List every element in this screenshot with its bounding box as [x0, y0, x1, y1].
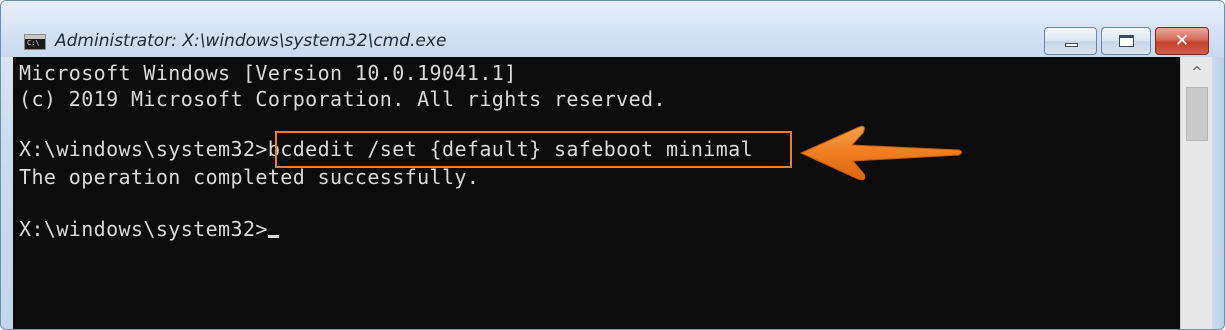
console-line-version: Microsoft Windows [Version 10.0.19041.1] [19, 61, 517, 85]
cmd-icon-text: C:\ [27, 39, 40, 47]
minimize-icon [1065, 43, 1078, 47]
text-cursor [267, 235, 279, 238]
vertical-scrollbar[interactable]: ^ [1180, 57, 1213, 329]
console-area[interactable]: Microsoft Windows [Version 10.0.19041.1]… [13, 57, 1180, 329]
maximize-icon [1119, 35, 1134, 47]
maximize-button[interactable] [1101, 27, 1151, 55]
cmd-window: C:\ Administrator: X:\windows\system32\c… [0, 0, 1225, 330]
scroll-up-icon[interactable]: ^ [1181, 63, 1213, 83]
title-bar[interactable]: C:\ Administrator: X:\windows\system32\c… [1, 1, 1224, 57]
window-frame-right [1212, 57, 1224, 329]
console-prompt: X:\windows\system32> [19, 217, 268, 241]
console-line-current-prompt[interactable]: X:\windows\system32> [19, 216, 279, 242]
command-highlight-box [275, 131, 792, 168]
window-title: Administrator: X:\windows\system32\cmd.e… [55, 31, 447, 51]
console-prompt: X:\windows\system32> [19, 137, 268, 161]
console-line-copyright: (c) 2019 Microsoft Corporation. All righ… [19, 87, 666, 111]
close-icon: ✕ [1174, 31, 1190, 51]
scroll-thumb[interactable] [1186, 87, 1208, 141]
left-arrow-icon [799, 125, 962, 181]
minimize-button[interactable] [1044, 27, 1097, 55]
close-button[interactable]: ✕ [1155, 27, 1209, 55]
cmd-icon[interactable]: C:\ [24, 34, 46, 50]
